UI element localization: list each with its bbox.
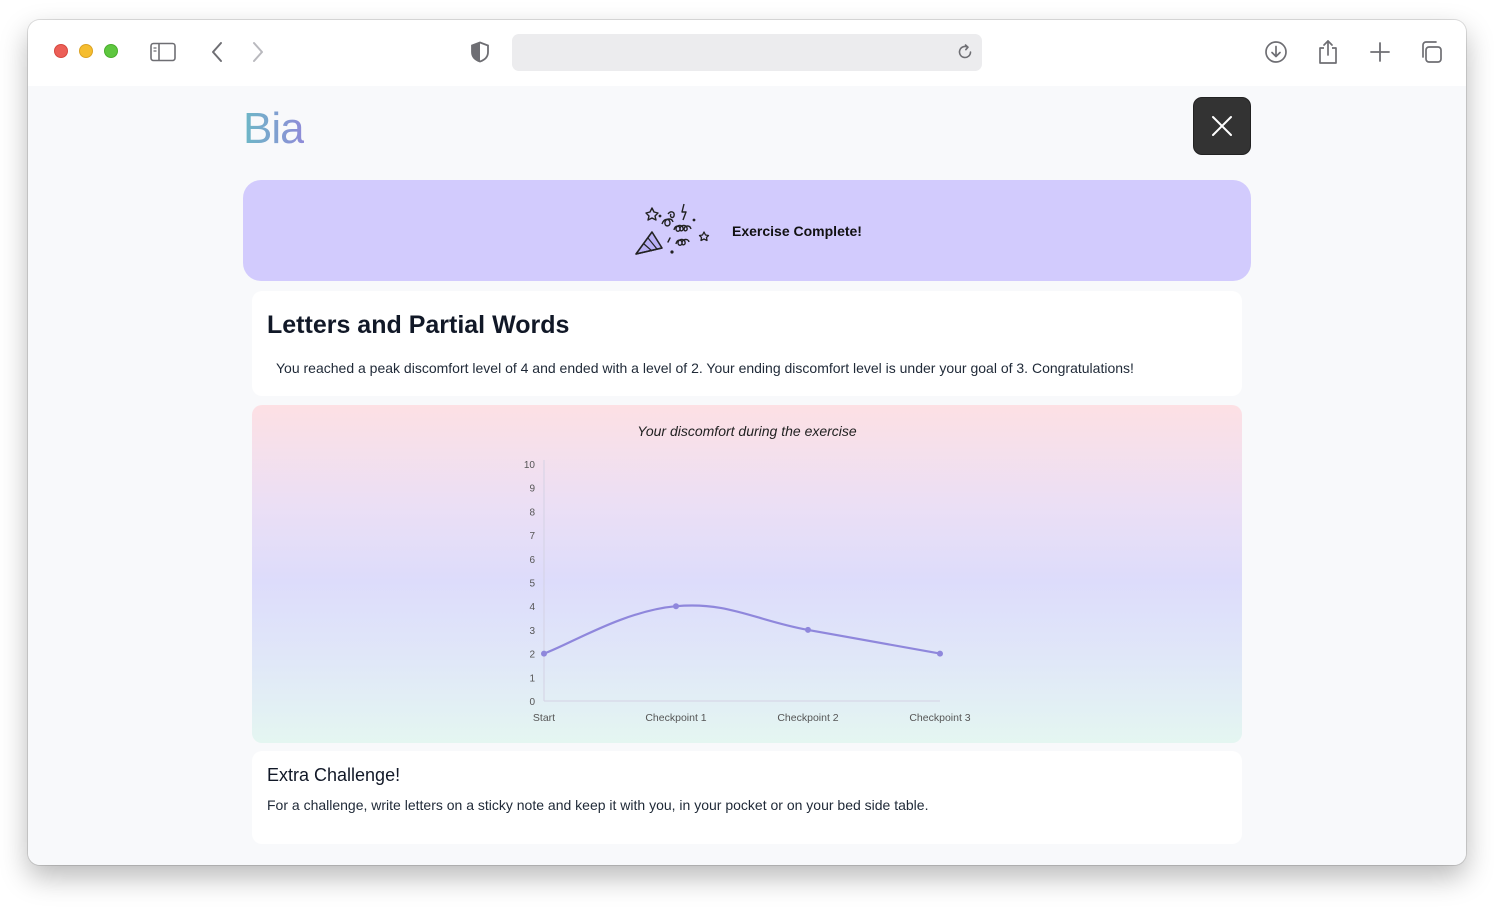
extra-challenge-card: Extra Challenge! For a challenge, write … xyxy=(252,751,1242,844)
y-tick-label: 2 xyxy=(529,650,535,661)
reload-icon[interactable] xyxy=(956,43,974,66)
party-popper-icon xyxy=(635,203,710,255)
banner-text: Exercise Complete! xyxy=(732,222,862,239)
sidebar-icon[interactable] xyxy=(148,38,178,66)
x-tick-label: Start xyxy=(533,712,555,724)
close-window-button[interactable] xyxy=(54,44,68,58)
browser-toolbar xyxy=(28,20,1466,86)
data-point xyxy=(541,650,547,657)
share-icon[interactable] xyxy=(1313,38,1343,66)
extra-challenge-title: Extra Challenge! xyxy=(267,765,401,785)
minimize-window-button[interactable] xyxy=(79,44,93,58)
x-tick-label: Checkpoint 1 xyxy=(645,712,706,724)
data-point xyxy=(937,650,943,657)
y-tick-label: 5 xyxy=(529,579,535,590)
y-tick-label: 1 xyxy=(529,673,535,684)
forward-icon[interactable] xyxy=(243,38,273,66)
y-tick-label: 7 xyxy=(529,531,535,542)
data-point xyxy=(673,603,679,610)
close-icon xyxy=(1212,116,1232,136)
download-icon[interactable] xyxy=(1261,38,1291,66)
close-button[interactable] xyxy=(1193,97,1251,155)
extra-challenge-text: For a challenge, write letters on a stic… xyxy=(267,797,929,813)
new-tab-icon[interactable] xyxy=(1365,38,1395,66)
data-point xyxy=(805,626,811,633)
shield-icon[interactable] xyxy=(465,38,495,66)
x-tick-label: Checkpoint 2 xyxy=(777,712,838,724)
chart-card: Your discomfort during the exercise 0123… xyxy=(252,405,1242,743)
app-logo[interactable]: Bia xyxy=(243,104,305,154)
summary-message: You reached a peak discomfort level of 4… xyxy=(276,360,1134,376)
y-tick-label: 9 xyxy=(529,484,535,495)
browser-window: Bia Exercise Complete! Letters and Parti… xyxy=(28,20,1466,865)
back-icon[interactable] xyxy=(202,38,232,66)
series-line xyxy=(543,604,941,655)
x-tick-label: Checkpoint 3 xyxy=(909,712,970,724)
y-tick-label: 10 xyxy=(524,460,536,471)
y-tick-label: 6 xyxy=(529,555,535,566)
completion-banner: Exercise Complete! xyxy=(243,180,1251,281)
page-content: Bia Exercise Complete! Letters and Parti… xyxy=(28,86,1466,865)
y-tick-label: 3 xyxy=(529,626,535,637)
discomfort-line-chart: 0 1 2 3 4 5 6 7 8 9 10 Start Checkpoint 1 Checkpoint … xyxy=(524,460,971,724)
y-tick-label: 4 xyxy=(529,602,535,613)
summary-card: Letters and Partial Words You reached a … xyxy=(252,291,1242,396)
address-bar[interactable] xyxy=(512,34,982,71)
y-tick-label: 0 xyxy=(529,697,535,708)
zoom-window-button[interactable] xyxy=(104,44,118,58)
tabs-overview-icon[interactable] xyxy=(1416,38,1446,66)
exercise-title: Letters and Partial Words xyxy=(267,311,570,339)
y-tick-label: 8 xyxy=(529,507,535,518)
